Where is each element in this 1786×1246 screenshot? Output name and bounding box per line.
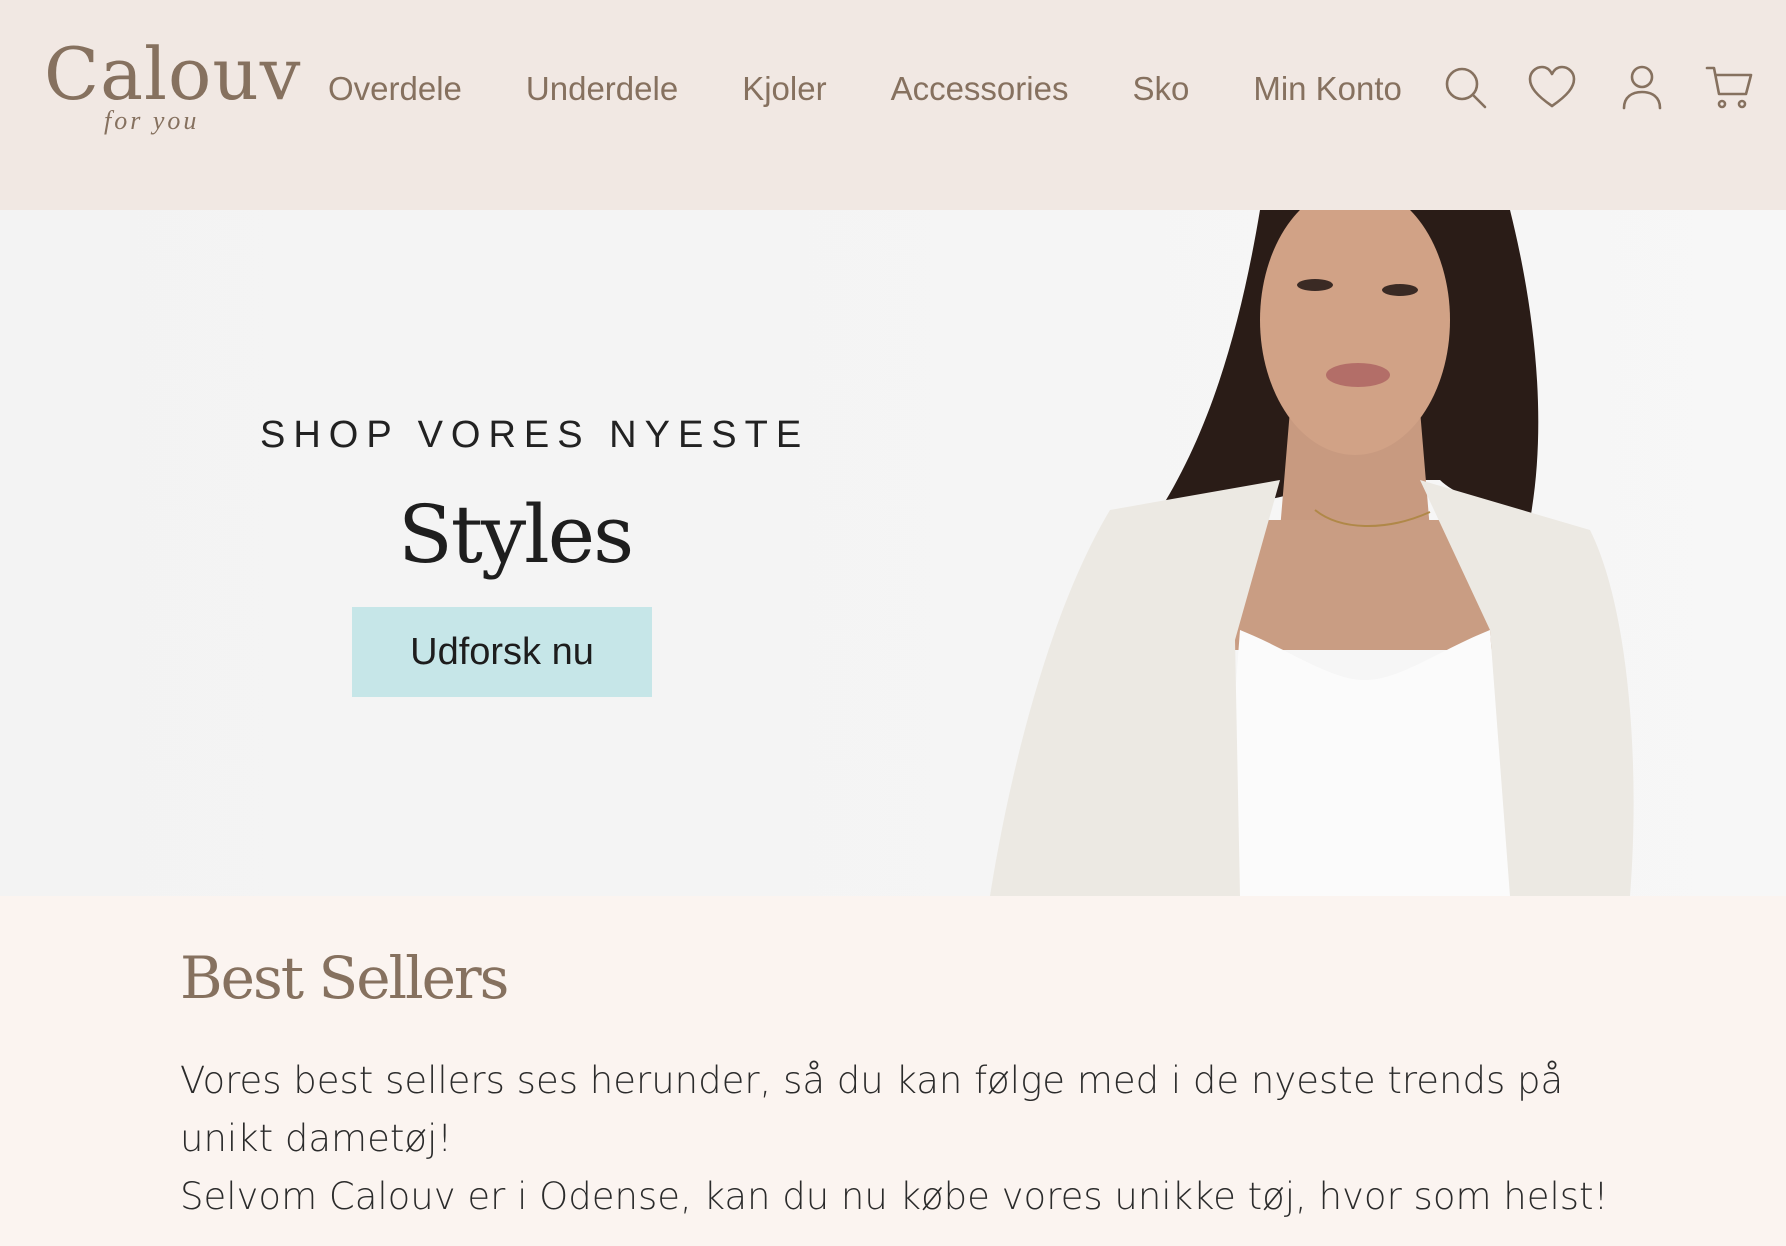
section-description: Vores best sellers ses herunder, så du k… xyxy=(180,1052,1620,1226)
hero-model-image xyxy=(990,210,1690,896)
hero-kicker: SHOP VORES NYESTE xyxy=(260,414,810,456)
nav-item-overdele[interactable]: Overdele xyxy=(328,70,462,108)
nav-item-accessories[interactable]: Accessories xyxy=(891,70,1069,108)
section-title: Best Sellers xyxy=(180,944,509,1012)
hero-banner: SHOP VORES NYESTE Styles Udforsk nu xyxy=(0,210,1786,896)
nav-item-underdele[interactable]: Underdele xyxy=(526,70,678,108)
heart-icon[interactable] xyxy=(1526,62,1578,114)
description-line-2: Selvom Calouv er i Odense, kan du nu køb… xyxy=(180,1175,1609,1218)
search-icon[interactable] xyxy=(1440,62,1492,114)
main-nav: Overdele Underdele Kjoler Accessories Sk… xyxy=(328,64,1402,114)
hero-title: Styles xyxy=(398,488,634,581)
cart-icon[interactable] xyxy=(1704,62,1756,114)
site-header: Calouv for you Overdele Underdele Kjoler… xyxy=(0,0,1786,210)
user-icon[interactable] xyxy=(1616,62,1668,114)
brand-name: Calouv xyxy=(44,32,302,116)
best-sellers-section: Best Sellers Vores best sellers ses heru… xyxy=(0,896,1786,1246)
nav-item-kjoler[interactable]: Kjoler xyxy=(742,70,826,108)
nav-item-min-konto[interactable]: Min Konto xyxy=(1253,70,1402,108)
brand-logo[interactable]: Calouv for you xyxy=(44,38,300,143)
explore-now-button[interactable]: Udforsk nu xyxy=(352,607,652,697)
description-line-1: Vores best sellers ses herunder, så du k… xyxy=(180,1059,1564,1160)
nav-item-sko[interactable]: Sko xyxy=(1132,70,1189,108)
brand-tagline: for you xyxy=(104,106,200,135)
